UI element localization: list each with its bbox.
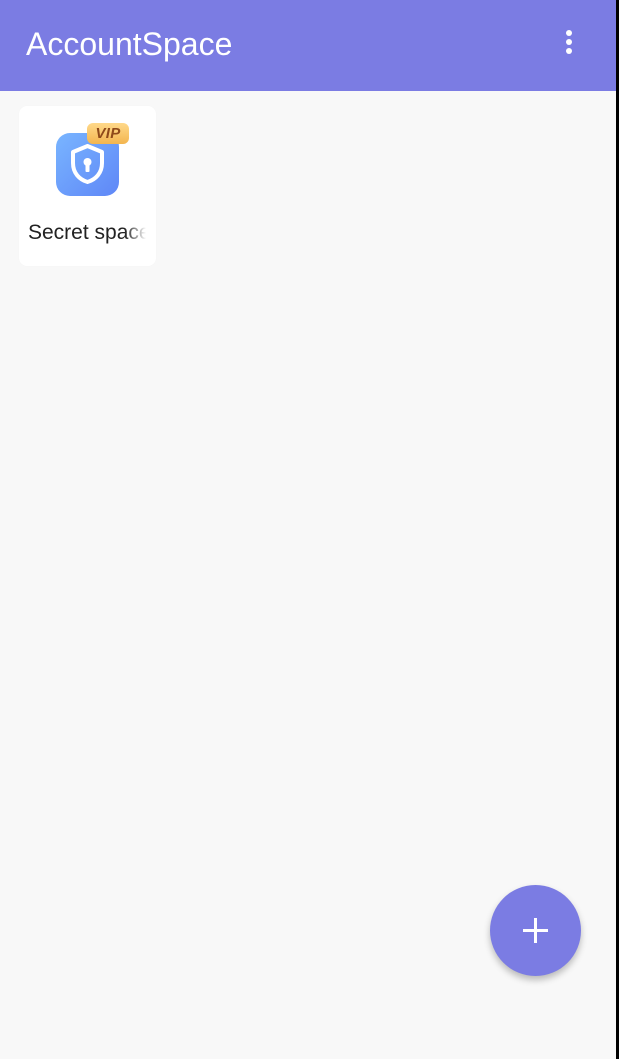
app-label: Secret space bbox=[28, 221, 146, 244]
plus-icon bbox=[523, 918, 548, 943]
vip-badge: VIP bbox=[87, 123, 129, 144]
add-button[interactable] bbox=[490, 885, 581, 976]
app-tile-secret-space[interactable]: VIP Secret space bbox=[19, 106, 156, 266]
more-vert-icon[interactable] bbox=[550, 22, 588, 62]
app-title: AccountSpace bbox=[26, 26, 233, 62]
app-bar: AccountSpace bbox=[0, 0, 616, 91]
